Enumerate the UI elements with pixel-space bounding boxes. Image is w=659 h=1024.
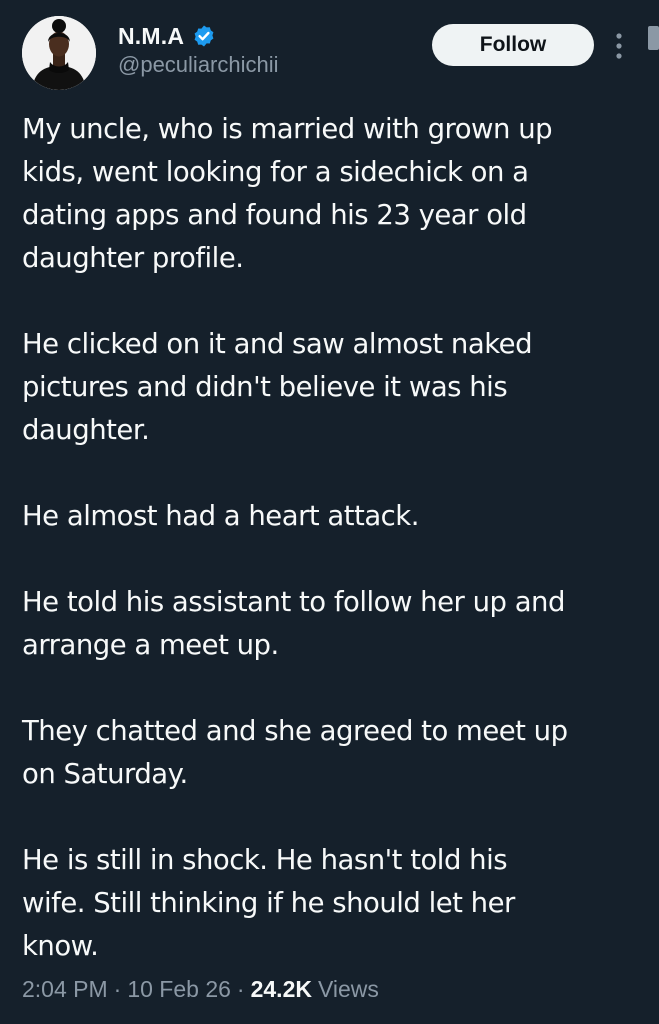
avatar[interactable]: [22, 16, 96, 90]
views-label[interactable]: Views: [318, 976, 379, 1003]
avatar-image: [22, 16, 96, 90]
author-display-name[interactable]: N.M.A: [118, 23, 184, 50]
tweet-time[interactable]: 2:04 PM: [22, 976, 108, 1003]
scrollbar-edge[interactable]: [648, 26, 659, 50]
meta-separator: ·: [236, 976, 245, 1002]
tweet-paragraph: He told his assistant to follow her up a…: [22, 586, 565, 661]
tweet-date[interactable]: 10 Feb 26: [127, 976, 231, 1003]
meta-separator: ·: [113, 976, 122, 1002]
tweet-header: N.M.A @peculiarchichii Follow: [0, 0, 659, 100]
tweet-meta: 2:04 PM · 10 Feb 26 · 24.2K Views: [22, 976, 379, 1003]
more-vertical-icon[interactable]: [612, 30, 626, 62]
tweet-paragraph: He almost had a heart attack.: [22, 500, 419, 532]
tweet-text: My uncle, who is married with grown up k…: [22, 108, 642, 968]
tweet-paragraph: He is still in shock. He hasn't told his…: [22, 844, 515, 962]
author-name-row[interactable]: N.M.A: [118, 20, 216, 52]
verified-badge-icon: [192, 24, 216, 48]
author-handle[interactable]: @peculiarchichii: [118, 52, 279, 78]
follow-button[interactable]: Follow: [432, 24, 594, 66]
tweet-paragraph: My uncle, who is married with grown up k…: [22, 113, 553, 274]
views-count[interactable]: 24.2K: [251, 976, 318, 1003]
tweet-paragraph: They chatted and she agreed to meet up o…: [22, 715, 568, 790]
tweet-paragraph: He clicked on it and saw almost naked pi…: [22, 328, 533, 446]
